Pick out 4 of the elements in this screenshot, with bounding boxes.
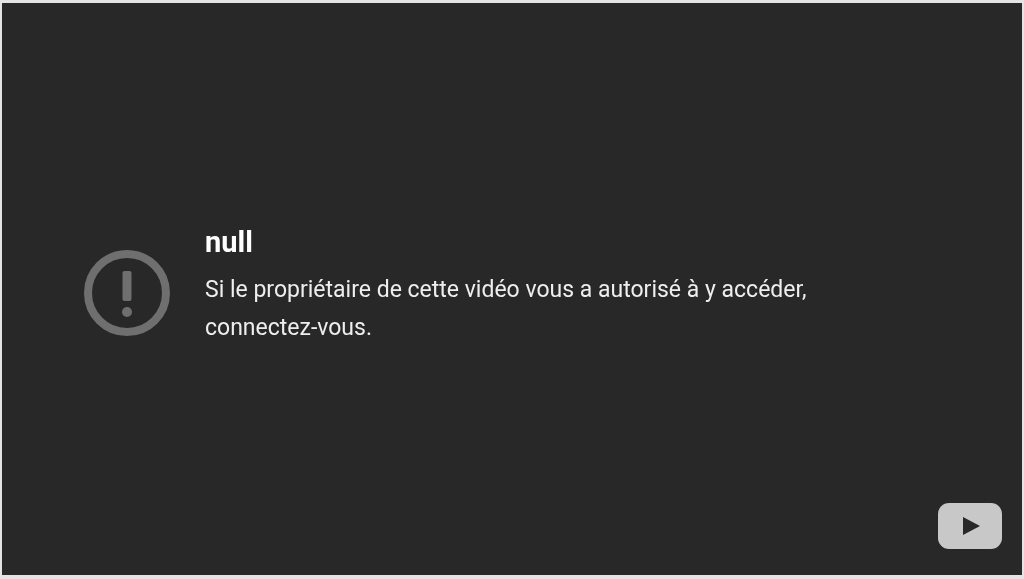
error-message: Si le propriétaire de cette vidéo vous a autorisé à y accéder, connectez-vous.: [205, 275, 808, 343]
error-title: null: [205, 224, 254, 261]
warning-icon: [83, 249, 171, 337]
play-logo-icon[interactable]: [938, 503, 1002, 549]
